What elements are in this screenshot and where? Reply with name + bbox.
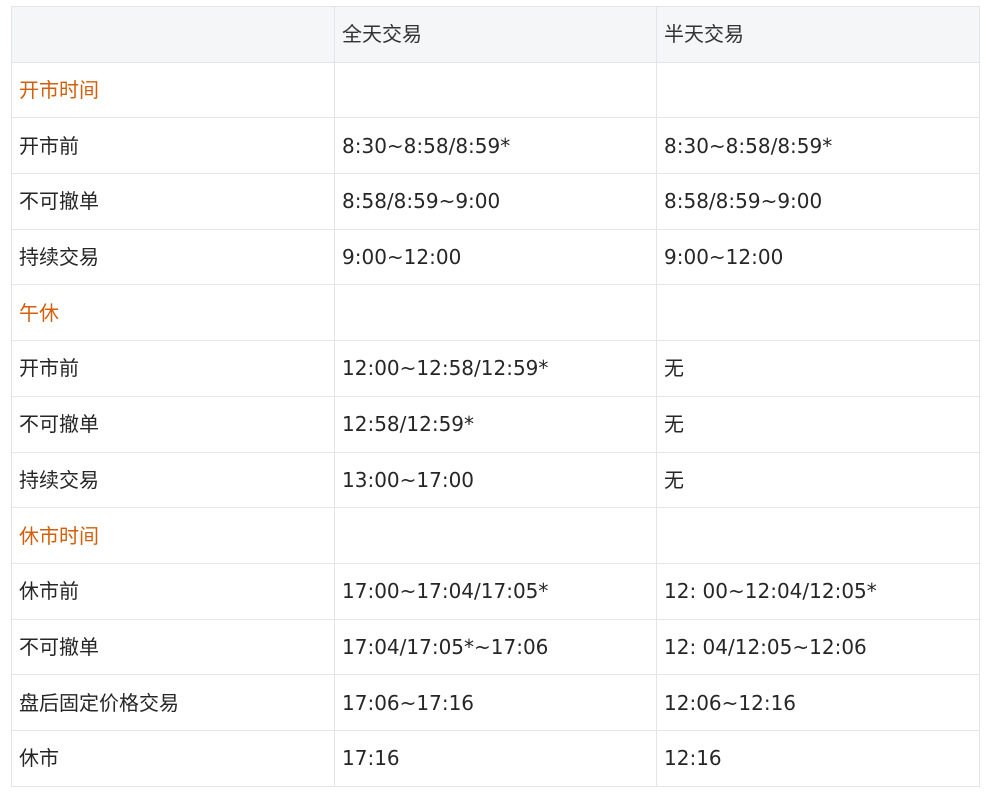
session-label-cell: 休市 [11, 729, 335, 787]
full-day-time-cell: 8:58/8:59~9:00 [334, 173, 657, 230]
full-day-time-cell: 13:00~17:00 [334, 451, 657, 509]
half-day-time-cell: 无 [656, 395, 980, 453]
half-day-time-cell: 12: 04/12:05~12:06 [656, 618, 980, 676]
full-day-time-cell: 12:58/12:59* [334, 395, 657, 453]
full-day-time-cell: 17:00~17:04/17:05* [334, 562, 657, 620]
full-day-time-cell: 17:16 [334, 729, 657, 787]
trading-hours-table: 全天交易 半天交易 开市时间 开市前 8:30~8:58/8:59* 8:30~8:5… [11, 6, 980, 787]
table-row: 持续交易 13:00~17:00 无 [11, 451, 980, 509]
trading-hours-table-container: 全天交易 半天交易 开市时间 开市前 8:30~8:58/8:59* 8:30~8:5… [11, 6, 980, 787]
table-row: 不可撤单 8:58/8:59~9:00 8:58/8:59~9:00 [11, 173, 980, 230]
section-row: 休市时间 [11, 507, 980, 564]
session-label-cell: 开市前 [11, 117, 335, 175]
section-row: 开市时间 [11, 61, 980, 119]
session-label-cell: 休市前 [11, 562, 335, 620]
session-label-cell: 开市前 [11, 340, 335, 397]
full-day-time-cell [334, 284, 657, 342]
full-day-time-cell: 9:00~12:00 [334, 228, 657, 286]
section-title-cell: 开市时间 [11, 61, 335, 119]
table-row: 休市前 17:00~17:04/17:05* 12: 00~12:04/12:05* [11, 562, 980, 620]
full-day-time-cell: 12:00~12:58/12:59* [334, 340, 657, 397]
full-day-time-cell: 17:06~17:16 [334, 674, 657, 731]
session-label-cell: 不可撤单 [11, 395, 335, 453]
header-cell-full-day: 全天交易 [334, 6, 657, 63]
half-day-time-cell: 8:30~8:58/8:59* [656, 117, 980, 175]
table-row: 开市前 12:00~12:58/12:59* 无 [11, 340, 980, 397]
table-row: 持续交易 9:00~12:00 9:00~12:00 [11, 228, 980, 286]
session-label-cell: 持续交易 [11, 451, 335, 509]
table-row: 开市前 8:30~8:58/8:59* 8:30~8:58/8:59* [11, 117, 980, 175]
session-label-cell: 不可撤单 [11, 618, 335, 676]
half-day-time-cell: 12:06~12:16 [656, 674, 980, 731]
half-day-time-cell [656, 284, 980, 342]
full-day-time-cell [334, 507, 657, 564]
header-cell-session [11, 6, 335, 63]
half-day-time-cell [656, 61, 980, 119]
section-title-cell: 午休 [11, 284, 335, 342]
full-day-time-cell: 17:04/17:05*~17:06 [334, 618, 657, 676]
table-header: 全天交易 半天交易 [11, 6, 980, 63]
half-day-time-cell: 无 [656, 340, 980, 397]
header-row: 全天交易 半天交易 [11, 6, 980, 63]
full-day-time-cell [334, 61, 657, 119]
table-row: 盘后固定价格交易 17:06~17:16 12:06~12:16 [11, 674, 980, 731]
half-day-time-cell: 12:16 [656, 729, 980, 787]
session-label-cell: 不可撤单 [11, 173, 335, 230]
half-day-time-cell: 12: 00~12:04/12:05* [656, 562, 980, 620]
table-body: 开市时间 开市前 8:30~8:58/8:59* 8:30~8:58/8:59* 不可撤… [11, 61, 980, 787]
section-row: 午休 [11, 284, 980, 342]
half-day-time-cell: 8:58/8:59~9:00 [656, 173, 980, 230]
table-row: 不可撤单 12:58/12:59* 无 [11, 395, 980, 453]
session-label-cell: 盘后固定价格交易 [11, 674, 335, 731]
table-row: 不可撤单 17:04/17:05*~17:06 12: 04/12:05~12:06 [11, 618, 980, 676]
half-day-time-cell [656, 507, 980, 564]
half-day-time-cell: 9:00~12:00 [656, 228, 980, 286]
table-row: 休市 17:16 12:16 [11, 729, 980, 787]
full-day-time-cell: 8:30~8:58/8:59* [334, 117, 657, 175]
session-label-cell: 持续交易 [11, 228, 335, 286]
header-cell-half-day: 半天交易 [656, 6, 980, 63]
section-title-cell: 休市时间 [11, 507, 335, 564]
half-day-time-cell: 无 [656, 451, 980, 509]
